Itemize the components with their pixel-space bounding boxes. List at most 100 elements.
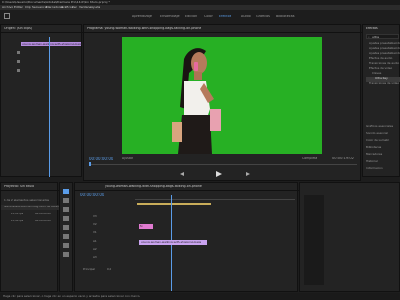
- source-playhead: [49, 37, 50, 177]
- shopping-bag: [172, 122, 182, 142]
- timeline-divider: [75, 190, 299, 191]
- razor-tool-icon[interactable]: [63, 216, 69, 221]
- effects-search[interactable]: ⌕ ultra: [366, 34, 399, 39]
- track-header[interactable]: V2: [77, 222, 133, 228]
- workspace-bar: Aprendizaje Ensamblaje Edición Color Efe…: [0, 10, 400, 23]
- transport-controls: [164, 171, 274, 177]
- step-back-icon: [180, 172, 184, 176]
- pen-tool-icon[interactable]: [63, 234, 69, 239]
- timeline-ruler[interactable]: [135, 195, 295, 200]
- track-label: V1: [93, 231, 97, 234]
- panel-section[interactable]: Gráficos esenciales: [366, 125, 400, 132]
- workspace-tab[interactable]: Color: [204, 15, 213, 18]
- panel-section[interactable]: Información: [366, 167, 400, 174]
- master-value[interactable]: 0,0: [107, 268, 111, 271]
- project-tab[interactable]: Proyecto: Sin título: [4, 185, 34, 188]
- workspace-tab[interactable]: Bibliotecas: [276, 15, 295, 18]
- window-title: C:\Users\Usuario\Documents\Adobe\Premier…: [2, 1, 110, 4]
- workspace-tab[interactable]: Ensamblaje: [160, 15, 180, 18]
- source-clip-label: young-woman-walking-with-shopping-bags: [22, 42, 83, 46]
- program-quality-select[interactable]: Completa: [302, 157, 317, 160]
- track-header[interactable]: V1: [77, 230, 133, 236]
- panel-section[interactable]: Historial: [366, 160, 400, 167]
- column-header[interactable]: Nombre: [4, 206, 14, 209]
- menu-editar[interactable]: Editar: [14, 6, 23, 9]
- program-monitor: Programa: young-woman-walking-with-shopp…: [83, 24, 362, 181]
- menu-clip[interactable]: Clip: [25, 6, 31, 9]
- row-start: 00:00:00:00: [35, 220, 51, 222]
- v1-clip[interactable]: young-woman-walking-with-shopping-bags: [139, 240, 207, 245]
- green-screen-frame: [172, 48, 221, 154]
- effects-tree: Ajustes preestablecidos Ajustes preestab…: [366, 42, 400, 87]
- source-tab[interactable]: Origen: (sin clips): [4, 27, 32, 30]
- timeline-timecode[interactable]: 00:00:00:00: [80, 193, 104, 197]
- project-divider: [1, 190, 59, 191]
- status-text: Haga clic para seleccionar, o haga clic …: [3, 295, 141, 298]
- track-header[interactable]: A3: [77, 255, 133, 261]
- track-header[interactable]: V3: [77, 214, 133, 220]
- project-panel: Proyecto: Sin título 1 de 2 elementos se…: [0, 182, 60, 292]
- type-tool-icon[interactable]: [63, 252, 69, 257]
- play-icon: [216, 171, 222, 177]
- menu-archivo[interactable]: Archivo: [2, 6, 13, 9]
- program-tab[interactable]: Programa: young-woman-walking-with-shopp…: [87, 27, 201, 30]
- timeline-tab[interactable]: young-woman-walking-with-shopping-bags-t…: [105, 185, 202, 188]
- track-header[interactable]: A1: [77, 239, 133, 245]
- workspace-tab[interactable]: Gráficos: [256, 15, 270, 18]
- v1-clip-label: young-woman-walking-with-shopping-bags: [141, 240, 202, 244]
- workspace-tab[interactable]: Audio: [241, 15, 251, 18]
- slip-tool-icon[interactable]: [63, 225, 69, 230]
- track-label: V3: [93, 215, 97, 218]
- tools-panel: [59, 182, 73, 292]
- program-timecode[interactable]: 00:00:00:00: [89, 157, 113, 161]
- track-select-icon[interactable]: [63, 198, 69, 203]
- workspace-tab[interactable]: Aprendizaje: [132, 15, 152, 18]
- selection-tool-icon[interactable]: [63, 189, 69, 194]
- column-header[interactable]: Velocidad de fotog.: [14, 206, 39, 209]
- master-track[interactable]: Principal 0,0: [77, 267, 133, 273]
- step-forward-icon: [246, 172, 250, 176]
- phone-icon: [194, 62, 198, 71]
- track-label: V2: [93, 223, 97, 226]
- fx-icon: [17, 51, 20, 54]
- panel-section[interactable]: Sonido esencial: [366, 132, 400, 139]
- track-header[interactable]: A2: [77, 247, 133, 253]
- v2-clip[interactable]: fx: [139, 224, 153, 229]
- work-area-bar[interactable]: [137, 203, 211, 205]
- shopping-bag: [210, 109, 221, 131]
- program-scrubber[interactable]: [89, 164, 357, 165]
- menu-ver[interactable]: Ver: [72, 6, 77, 9]
- menu-ayuda[interactable]: Ayuda: [91, 6, 100, 9]
- track-label: A2: [93, 248, 97, 251]
- track-label: A1: [93, 240, 97, 243]
- row-rate: 23,98 fps: [11, 220, 24, 222]
- workspace-tab-active[interactable]: Efectos: [219, 15, 231, 18]
- hand-tool-icon[interactable]: [63, 243, 69, 248]
- panel-section[interactable]: Marcadores: [366, 153, 400, 160]
- audio-meter-area: [304, 195, 324, 285]
- source-clip-bar: young-woman-walking-with-shopping-bags: [21, 42, 83, 46]
- program-playhead[interactable]: [89, 162, 91, 166]
- effects-tree-item[interactable]: Transiciones de vídeo: [366, 82, 400, 87]
- row-start: 00:00:00:00: [35, 213, 51, 215]
- panel-section[interactable]: Color de Lumetri: [366, 139, 400, 146]
- program-fit-select[interactable]: Ajustar: [122, 157, 133, 160]
- home-icon[interactable]: [4, 13, 10, 19]
- workspace-tab[interactable]: Edición: [185, 15, 197, 18]
- status-bar: Haga clic para seleccionar, o haga clic …: [0, 293, 400, 300]
- project-count: 1 de 2 elementos seleccionados: [4, 199, 49, 202]
- effects-tab[interactable]: Efectos: [366, 27, 378, 30]
- column-header[interactable]: Inicio de medios: [39, 206, 60, 209]
- ripple-edit-icon[interactable]: [63, 207, 69, 212]
- table-row[interactable]: 25,00 fps 00:00:00:00: [1, 212, 59, 218]
- table-row[interactable]: 23,98 fps 00:00:00:00: [1, 219, 59, 225]
- woman-face: [191, 52, 207, 74]
- effects-panel: Efectos ⌕ ultra Ajustes preestablecidos …: [362, 24, 400, 177]
- menu-ventana[interactable]: Ventana: [79, 6, 91, 9]
- master-label: Principal: [83, 268, 95, 271]
- program-viewer: [122, 37, 322, 154]
- track-label: A3: [93, 256, 97, 259]
- program-divider: [84, 32, 362, 33]
- effects-search-value: ultra: [372, 35, 379, 39]
- panel-section[interactable]: Bibliotecas: [366, 146, 400, 153]
